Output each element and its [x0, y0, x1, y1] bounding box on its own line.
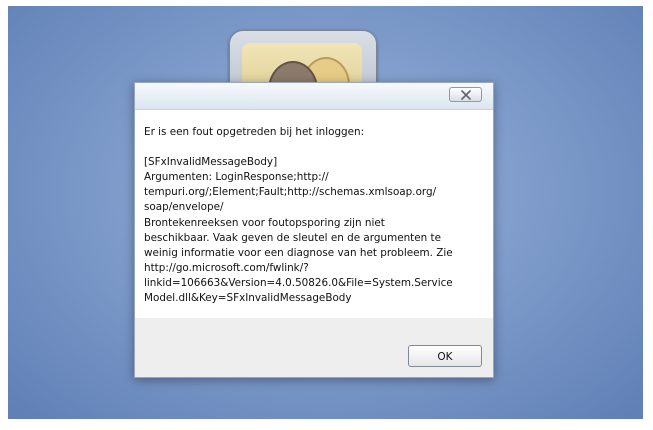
- close-button[interactable]: [449, 87, 482, 102]
- message-line: weinig informatie voor een diagnose van …: [144, 246, 453, 259]
- message-line: soap/envelope/: [144, 201, 224, 214]
- message-line: Brontekenreeksen voor foutopsporing zijn…: [144, 216, 385, 229]
- message-line: Model.dll&Key=SFxInvalidMessageBody: [144, 292, 352, 305]
- message-line: http://go.microsoft.com/fwlink/?: [144, 261, 309, 274]
- close-icon: [460, 89, 471, 100]
- message-line: Er is een fout opgetreden bij het inlogg…: [144, 126, 365, 138]
- error-message: Er is een fout opgetreden bij het inlogg…: [144, 125, 486, 306]
- dialog-content: Er is een fout opgetreden bij het inlogg…: [135, 110, 493, 318]
- login-screen-background: Er is een fout opgetreden bij het inlogg…: [8, 6, 643, 419]
- message-line: beschikbaar. Vaak geven de sleutel en de…: [144, 231, 441, 244]
- error-dialog: Er is een fout opgetreden bij het inlogg…: [134, 82, 494, 378]
- message-line: [SFxInvalidMessageBody]: [144, 156, 278, 169]
- message-line: linkid=106663&Version=4.0.50826.0&File=S…: [144, 276, 453, 289]
- message-line: tempuri.org/;Element;Fault;http://schema…: [144, 186, 437, 199]
- dialog-titlebar: [135, 83, 493, 110]
- message-line: Argumenten: LoginResponse;http://: [144, 171, 329, 184]
- ok-button[interactable]: OK: [408, 345, 482, 367]
